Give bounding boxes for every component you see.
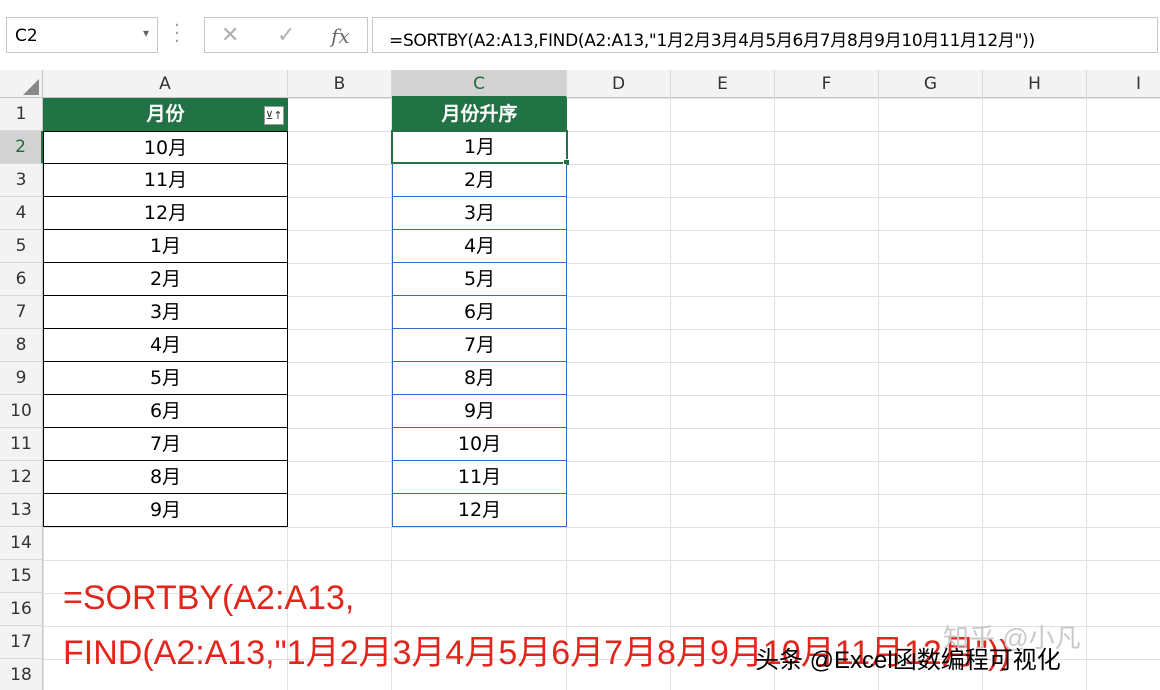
watermark: 头条 @Excel函数编程可视化 <box>755 647 1061 674</box>
table-cell[interactable]: 9月 <box>43 494 288 527</box>
column-header-h[interactable]: H <box>983 70 1087 98</box>
formula-buttons: ✕ ✓ fx <box>204 17 368 53</box>
row-header[interactable]: 6 <box>0 263 43 296</box>
row-header[interactable]: 7 <box>0 296 43 329</box>
name-box[interactable]: C2 ▾ <box>6 17 158 53</box>
table-cell[interactable]: 3月 <box>392 197 567 230</box>
row-header[interactable]: 11 <box>0 428 43 461</box>
table-cell[interactable]: 11月 <box>43 164 288 197</box>
cancel-icon[interactable]: ✕ <box>221 23 239 48</box>
table-cell[interactable]: 3月 <box>43 296 288 329</box>
column-header-e[interactable]: E <box>671 70 775 98</box>
table-cell[interactable]: 1月 <box>43 230 288 263</box>
column-a-header-text: 月份 <box>146 103 185 125</box>
chevron-down-icon[interactable]: ▾ <box>143 26 149 40</box>
active-cell[interactable]: 1月 <box>391 130 568 164</box>
row-header[interactable]: 10 <box>0 395 43 428</box>
column-header-b[interactable]: B <box>288 70 392 98</box>
table-cell[interactable]: 11月 <box>392 461 567 494</box>
filter-sort-icon[interactable]: ⊻↑ <box>264 106 284 125</box>
row-header[interactable]: 4 <box>0 197 43 230</box>
table-cell[interactable]: 7月 <box>43 428 288 461</box>
formula-input[interactable]: =SORTBY(A2:A13,FIND(A2:A13,"1月2月3月4月5月6月… <box>372 17 1158 53</box>
column-header-g[interactable]: G <box>879 70 983 98</box>
table-cell[interactable]: 12月 <box>43 197 288 230</box>
row-header[interactable]: 2 <box>0 131 43 164</box>
column-header-a[interactable]: A <box>43 70 288 98</box>
column-header-i[interactable]: I <box>1087 70 1160 98</box>
column-a-header-cell[interactable]: 月份 ⊻↑ <box>43 98 288 131</box>
row-header[interactable]: 18 <box>0 659 43 690</box>
table-cell[interactable]: 8月 <box>392 362 567 395</box>
table-cell[interactable]: 6月 <box>392 296 567 329</box>
row-header[interactable]: 17 <box>0 626 43 659</box>
formula-bar-area: C2 ▾ · · · ✕ ✓ fx =SORTBY(A2:A13,FIND(A2:A… <box>0 0 1160 70</box>
cell-grid[interactable]: 月份 ⊻↑ 10月 11月 12月 1月 2月 3月 4月 5月 6月 7月 8… <box>43 98 1160 690</box>
row-header[interactable]: 9 <box>0 362 43 395</box>
row-header[interactable]: 13 <box>0 494 43 527</box>
insert-function-icon[interactable]: fx <box>331 24 350 48</box>
table-cell[interactable]: 12月 <box>392 494 567 527</box>
row-header[interactable]: 1 <box>0 98 43 131</box>
row-header[interactable]: 15 <box>0 560 43 593</box>
table-cell[interactable]: 2月 <box>43 263 288 296</box>
column-header-f[interactable]: F <box>775 70 879 98</box>
column-header-bar: A B C D E F G H I <box>0 70 1160 98</box>
row-header[interactable]: 5 <box>0 230 43 263</box>
row-header[interactable]: 3 <box>0 164 43 197</box>
row-header[interactable]: 14 <box>0 527 43 560</box>
formula-annotation-line1: =SORTBY(A2:A13, <box>63 579 355 617</box>
table-cell[interactable]: 5月 <box>43 362 288 395</box>
select-all-button[interactable] <box>0 70 43 98</box>
table-cell[interactable]: 4月 <box>43 329 288 362</box>
table-cell[interactable]: 2月 <box>392 164 567 197</box>
row-header[interactable]: 16 <box>0 593 43 626</box>
table-cell[interactable]: 4月 <box>392 230 567 263</box>
column-c-header-cell[interactable]: 月份升序 <box>392 98 567 131</box>
name-box-value: C2 <box>15 26 38 46</box>
table-cell[interactable]: 9月 <box>392 395 567 428</box>
table-cell[interactable]: 7月 <box>392 329 567 362</box>
row-header[interactable]: 12 <box>0 461 43 494</box>
table-cell[interactable]: 5月 <box>392 263 567 296</box>
table-cell[interactable]: 6月 <box>43 395 288 428</box>
drag-handle-icon[interactable]: · · · <box>174 17 180 51</box>
table-cell[interactable]: 10月 <box>43 131 288 164</box>
column-header-d[interactable]: D <box>567 70 671 98</box>
row-header[interactable]: 8 <box>0 329 43 362</box>
enter-icon[interactable]: ✓ <box>277 23 295 48</box>
select-all-icon <box>23 79 39 95</box>
table-cell[interactable]: 10月 <box>392 428 567 461</box>
column-header-c[interactable]: C <box>392 70 567 98</box>
formula-text: =SORTBY(A2:A13,FIND(A2:A13,"1月2月3月4月5月6月… <box>389 31 1035 51</box>
table-cell[interactable]: 8月 <box>43 461 288 494</box>
